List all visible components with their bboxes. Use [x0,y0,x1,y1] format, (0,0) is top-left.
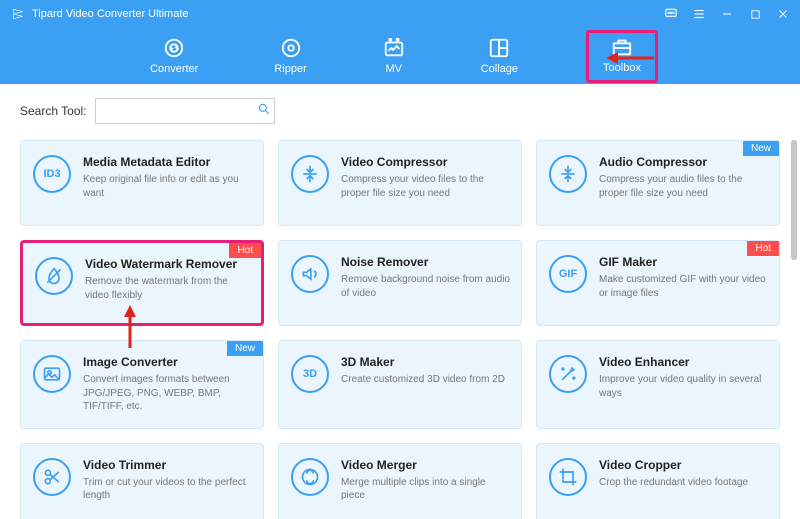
tool-title: Video Merger [341,458,511,472]
feedback-icon[interactable] [664,7,678,21]
enhance-icon [549,355,587,393]
tool-desc: Improve your video quality in several wa… [599,373,769,400]
tool-desc: Remove the watermark from the video flex… [85,275,251,302]
nav-converter[interactable]: Converter [142,33,206,79]
search-label: Search Tool: [20,104,87,118]
tool-desc: Keep original file info or edit as you w… [83,173,253,200]
main-navbar: Converter Ripper MV Collage Toolbox [0,28,800,84]
tool-video-trimmer[interactable]: Video Trimmer Trim or cut your videos to… [20,443,264,519]
tool-desc: Convert images formats between JPG/JPEG,… [83,373,253,414]
nav-ripper[interactable]: Ripper [266,33,314,79]
tool-title: GIF Maker [599,255,769,269]
tool-title: Video Compressor [341,155,511,169]
app-title: Tipard Video Converter Ultimate [32,8,664,20]
mv-icon [383,37,405,59]
gif-icon: GIF [549,255,587,293]
nav-label: Toolbox [603,62,641,74]
tool-media-metadata-editor[interactable]: ID3 Media Metadata Editor Keep original … [20,140,264,226]
tool-desc: Create customized 3D video from 2D [341,373,511,387]
tool-noise-remover[interactable]: Noise Remover Remove background noise fr… [278,240,522,326]
search-box[interactable] [95,98,275,124]
converter-icon [163,37,185,59]
tool-desc: Trim or cut your videos to the perfect l… [83,476,253,503]
nav-label: Collage [481,63,518,75]
window-controls [664,7,790,21]
tool-desc: Make customized GIF with your video or i… [599,273,769,300]
tool-title: Noise Remover [341,255,511,269]
nav-toolbox[interactable]: Toolbox [586,30,658,83]
maximize-icon[interactable] [748,7,762,21]
merger-icon [291,458,329,496]
tool-desc: Compress your video files to the proper … [341,173,511,200]
close-icon[interactable] [776,7,790,21]
image-icon [33,355,71,393]
tool-video-compressor[interactable]: Video Compressor Compress your video fil… [278,140,522,226]
compress-icon [291,155,329,193]
tool-audio-compressor[interactable]: New Audio Compressor Compress your audio… [536,140,780,226]
tool-title: 3D Maker [341,355,511,369]
tool-title: Image Converter [83,355,253,369]
trimmer-icon [33,458,71,496]
tool-3d-maker[interactable]: 3D 3D Maker Create customized 3D video f… [278,340,522,429]
nav-label: Converter [150,63,198,75]
watermark-icon [35,257,73,295]
hot-badge: Hot [229,243,261,258]
tool-title: Video Enhancer [599,355,769,369]
minimize-icon[interactable] [720,7,734,21]
toolbox-icon [611,36,633,58]
tool-grid: ID3 Media Metadata Editor Keep original … [20,140,780,519]
audio-compress-icon [549,155,587,193]
tool-video-enhancer[interactable]: Video Enhancer Improve your video qualit… [536,340,780,429]
nav-label: Ripper [274,63,306,75]
tool-title: Video Trimmer [83,458,253,472]
tool-video-merger[interactable]: Video Merger Merge multiple clips into a… [278,443,522,519]
tool-desc: Merge multiple clips into a single piece [341,476,511,503]
tool-title: Video Watermark Remover [85,257,251,271]
titlebar: Tipard Video Converter Ultimate [0,0,800,28]
tool-desc: Crop the redundant video footage [599,476,769,490]
noise-icon [291,255,329,293]
content-area: Search Tool: ID3 Media Metadata Editor K… [0,84,800,519]
hot-badge: Hot [747,241,779,256]
scrollbar[interactable] [791,140,797,260]
nav-collage[interactable]: Collage [473,33,526,79]
new-badge: New [227,341,263,356]
tool-desc: Remove background noise from audio of vi… [341,273,511,300]
tool-image-converter[interactable]: New Image Converter Convert images forma… [20,340,264,429]
id3-icon: ID3 [33,155,71,193]
tool-video-cropper[interactable]: Video Cropper Crop the redundant video f… [536,443,780,519]
cropper-icon [549,458,587,496]
search-icon[interactable] [257,102,271,121]
nav-mv[interactable]: MV [375,33,413,79]
tool-video-watermark-remover[interactable]: Hot Video Watermark Remover Remove the w… [20,240,264,326]
tool-gif-maker[interactable]: Hot GIF GIF Maker Make customized GIF wi… [536,240,780,326]
collage-icon [488,37,510,59]
nav-label: MV [385,63,402,75]
ripper-icon [280,37,302,59]
tool-title: Media Metadata Editor [83,155,253,169]
three-d-icon: 3D [291,355,329,393]
tool-title: Video Cropper [599,458,769,472]
new-badge: New [743,141,779,156]
tool-desc: Compress your audio files to the proper … [599,173,769,200]
app-logo-icon [10,6,26,22]
search-input[interactable] [102,104,257,118]
tool-title: Audio Compressor [599,155,769,169]
menu-icon[interactable] [692,7,706,21]
search-row: Search Tool: [20,98,780,124]
